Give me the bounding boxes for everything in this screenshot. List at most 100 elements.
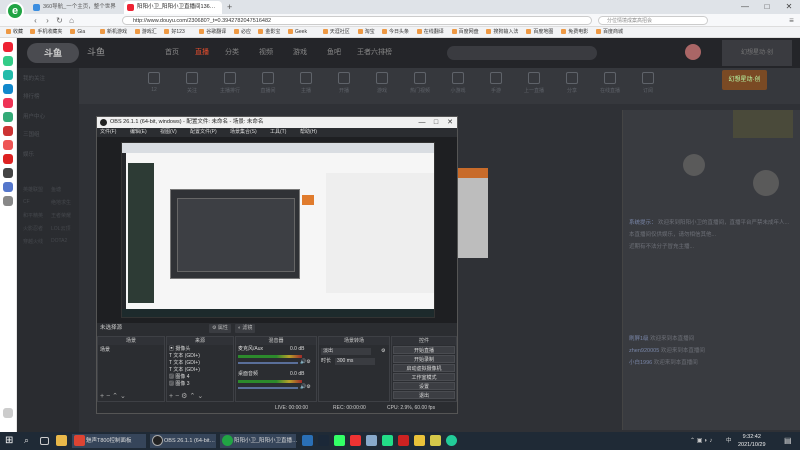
bookmark-item[interactable]: 百度商城 bbox=[596, 27, 623, 38]
left-nav-item[interactable]: 穿越火线 bbox=[23, 238, 43, 245]
taskbar-app-soundcard[interactable]: 魅声T800控制面板 bbox=[72, 434, 146, 448]
left-nav-item[interactable]: 娱乐 bbox=[23, 150, 34, 158]
maximize-button[interactable]: □ bbox=[756, 0, 778, 14]
filters-button[interactable]: ◐ 滤镜 bbox=[235, 324, 256, 333]
source-item[interactable]: ▨ 图像 4 bbox=[169, 374, 190, 381]
obs-preview-canvas[interactable] bbox=[121, 142, 435, 318]
pinned-app-icon[interactable] bbox=[414, 435, 425, 446]
source-item[interactable]: ▨ 图像 3 bbox=[169, 381, 190, 388]
bookmark-item[interactable]: 天涯社区 bbox=[322, 27, 350, 38]
refresh-icon[interactable]: ↻ bbox=[54, 15, 65, 26]
sidebar-app-icon[interactable] bbox=[3, 182, 13, 192]
left-nav-item[interactable]: 火影忍者 bbox=[23, 225, 43, 232]
nav-game[interactable]: 游戏 bbox=[293, 47, 307, 57]
notification-icon[interactable]: ▤ bbox=[784, 435, 795, 446]
pinned-app-icon[interactable] bbox=[302, 435, 313, 446]
section-item[interactable]: 上一直播 bbox=[519, 72, 549, 94]
browser-logo-icon[interactable]: e bbox=[6, 2, 24, 20]
bookmark-item[interactable]: Geek bbox=[288, 27, 307, 38]
bookmark-item[interactable]: 游戏汇 bbox=[134, 27, 157, 38]
taskbar-app-browser[interactable]: 阳阳小卫_阳阳小卫直播… bbox=[220, 434, 298, 448]
mixer-volume-slider[interactable] bbox=[238, 387, 298, 389]
chat-username[interactable]: 刷屏1级 bbox=[629, 336, 649, 342]
bookmark-item[interactable]: 在线翻译 bbox=[416, 27, 444, 38]
task-view-icon[interactable] bbox=[40, 437, 49, 445]
bookmark-item[interactable]: 金影宝 bbox=[258, 27, 280, 38]
start-streaming-button[interactable]: 开始直播 bbox=[393, 346, 455, 354]
settings-button[interactable]: 设置 bbox=[393, 382, 455, 390]
pinned-app-icon[interactable] bbox=[366, 435, 377, 446]
left-nav-item[interactable]: 绝地求生 bbox=[51, 199, 71, 206]
url-input[interactable]: http://www.douyu.com/230680?_t=0.3942782… bbox=[122, 16, 592, 25]
sidebar-app-icon[interactable] bbox=[3, 168, 13, 178]
bookmark-item[interactable]: 百度地图 bbox=[526, 27, 553, 38]
chat-username[interactable]: 小白1996 bbox=[629, 360, 652, 366]
obs-menu-item[interactable]: 帮助(H) bbox=[300, 128, 317, 137]
menu-icon[interactable]: ≡ bbox=[786, 15, 797, 26]
back-icon[interactable]: ‹ bbox=[30, 15, 41, 26]
obs-minimize-button[interactable]: — bbox=[415, 117, 429, 128]
nav-category[interactable]: 分类 bbox=[225, 47, 239, 57]
bookmark-item[interactable]: 必应 bbox=[234, 27, 251, 38]
section-item[interactable]: 分享 bbox=[557, 72, 587, 94]
left-nav-item[interactable]: 我的关注 bbox=[23, 74, 45, 82]
start-virtual-camera-button[interactable]: 启动虚拟摄像机 bbox=[393, 364, 455, 372]
left-nav-item[interactable]: LOL云顶 bbox=[51, 225, 70, 232]
properties-button[interactable]: ⚙ 属性 bbox=[209, 324, 231, 333]
pinned-app-icon[interactable] bbox=[318, 435, 329, 446]
source-item[interactable]: T 文本 (GDI+) bbox=[169, 353, 200, 360]
obs-menu-item[interactable]: 文件(F) bbox=[100, 128, 116, 137]
mixer-volume-slider[interactable] bbox=[238, 362, 298, 364]
sidebar-app-icon[interactable] bbox=[3, 70, 13, 80]
transition-settings-icon[interactable]: ⚙ bbox=[381, 348, 385, 355]
section-item[interactable]: 手游 bbox=[481, 72, 511, 94]
browser-tab[interactable]: 360导航_一个主页，整个世界 bbox=[30, 1, 122, 14]
pinned-app-icon[interactable] bbox=[334, 435, 345, 446]
section-item[interactable]: 直播间 bbox=[253, 72, 283, 94]
obs-menu-item[interactable]: 配置文件(P) bbox=[190, 128, 217, 137]
section-item[interactable]: 订阅 bbox=[633, 72, 663, 94]
chat-username[interactable]: zhen920005 bbox=[629, 348, 659, 354]
promo-button[interactable]: 幻想星动·创 bbox=[722, 70, 767, 90]
pinned-app-icon[interactable] bbox=[350, 435, 361, 446]
nav-rank[interactable]: 王者六排榜 bbox=[357, 47, 392, 57]
sidebar-app-icon[interactable] bbox=[3, 98, 13, 108]
left-nav-item[interactable]: 鱼塘 bbox=[51, 186, 61, 193]
source-item[interactable]: T 文本 (GDI+) bbox=[169, 360, 200, 367]
home-icon[interactable]: ⌂ bbox=[66, 15, 77, 26]
close-button[interactable]: ✕ bbox=[778, 0, 800, 14]
sidebar-app-icon[interactable] bbox=[3, 196, 13, 206]
file-explorer-icon[interactable] bbox=[56, 435, 67, 446]
anchor-avatar[interactable] bbox=[683, 154, 705, 176]
bookmark-item[interactable]: 免费电影 bbox=[561, 27, 588, 38]
minimize-button[interactable]: — bbox=[734, 0, 756, 14]
left-nav-item[interactable]: 排行榜 bbox=[23, 92, 40, 100]
sidebar-app-icon[interactable] bbox=[3, 84, 13, 94]
bookmark-item[interactable]: 好123 bbox=[164, 27, 185, 38]
chat-username[interactable]: 系统提示： bbox=[629, 220, 657, 226]
section-item[interactable]: 12 bbox=[139, 72, 169, 93]
bookmark-item[interactable]: 淘宝 bbox=[357, 27, 375, 38]
taskbar-clock[interactable]: 9:32:42 2021/10/29 bbox=[738, 433, 766, 449]
taskbar-app-obs[interactable]: OBS 26.1.1 (64-bit… bbox=[150, 434, 216, 448]
nav-video[interactable]: 视频 bbox=[259, 47, 273, 57]
pinned-app-icon[interactable] bbox=[398, 435, 409, 446]
obs-menu-item[interactable]: 编辑(E) bbox=[130, 128, 147, 137]
pinned-app-icon[interactable] bbox=[382, 435, 393, 446]
bookmark-item[interactable]: 百度网盘 bbox=[451, 27, 479, 38]
obs-menu-item[interactable]: 工具(T) bbox=[270, 128, 286, 137]
bookmark-item[interactable]: Gia bbox=[70, 27, 85, 38]
section-item[interactable]: 游戏 bbox=[367, 72, 397, 94]
site-search-input[interactable] bbox=[447, 46, 597, 60]
sidebar-app-icon[interactable] bbox=[3, 42, 13, 52]
obs-maximize-button[interactable]: □ bbox=[429, 117, 443, 128]
new-tab-button[interactable]: + bbox=[224, 1, 236, 14]
section-item[interactable]: 热门视频 bbox=[405, 72, 435, 94]
section-item[interactable]: 在线直播 bbox=[595, 72, 625, 94]
sidebar-app-icon[interactable] bbox=[3, 126, 13, 136]
source-item[interactable]: T 文本 (GDI+) bbox=[169, 367, 200, 374]
bookmark-item[interactable]: 收藏 bbox=[6, 27, 23, 38]
search-input[interactable]: 分位情境成案高招会 bbox=[598, 16, 708, 25]
source-item[interactable]: ▣ 摄像头 bbox=[169, 346, 190, 353]
bookmark-item[interactable]: 谷歌翻译 bbox=[199, 27, 226, 38]
